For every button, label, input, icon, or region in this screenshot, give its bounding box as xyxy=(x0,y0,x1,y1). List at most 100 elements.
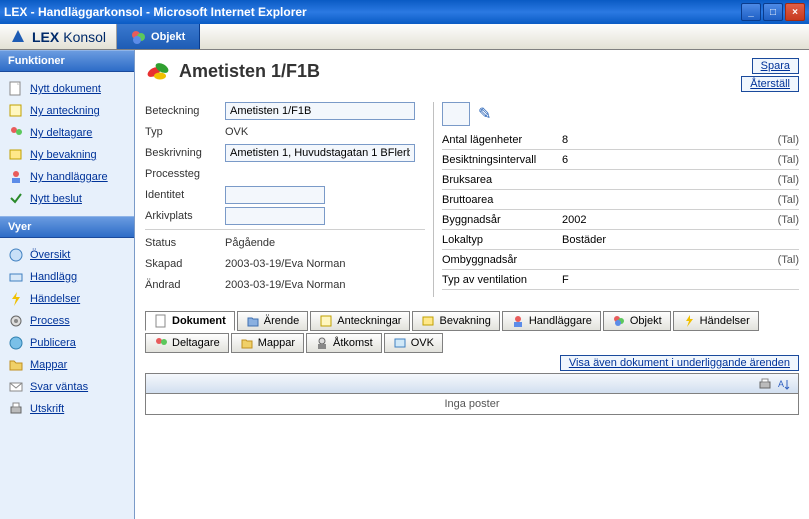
property-label: Bruttoarea xyxy=(442,194,562,206)
field-label-andrad: Ändrad xyxy=(145,279,225,291)
tab-deltagare[interactable]: Deltagare xyxy=(145,333,229,353)
identitet-input[interactable] xyxy=(225,186,325,204)
property-value: F xyxy=(562,274,642,286)
sidebar-item-svar-vantas[interactable]: Svar väntas xyxy=(4,376,130,398)
tab-icon xyxy=(421,314,435,328)
property-label: Byggnadsår xyxy=(442,214,562,226)
minimize-button[interactable]: _ xyxy=(741,3,761,21)
header-actions: Spara Återställ xyxy=(741,58,799,94)
decision-icon xyxy=(8,191,24,207)
publish-icon xyxy=(8,335,24,351)
tab-icon xyxy=(682,314,696,328)
folder-icon xyxy=(8,357,24,373)
property-value: Bostäder xyxy=(562,234,642,246)
property-label: Typ av ventilation xyxy=(442,274,562,286)
maximize-button[interactable]: □ xyxy=(763,3,783,21)
form-right-column: ✎ Antal lägenheter8(Tal)Besiktningsinter… xyxy=(433,102,799,297)
close-button[interactable]: × xyxy=(785,3,805,21)
field-label-skapad: Skapad xyxy=(145,258,225,270)
beteckning-input[interactable] xyxy=(225,102,415,120)
object-title: Ametisten 1/F1B xyxy=(179,61,320,82)
tab-anteckningar[interactable]: Anteckningar xyxy=(310,311,410,331)
tab-åtkomst[interactable]: Åtkomst xyxy=(306,333,382,353)
sort-icon[interactable]: A xyxy=(778,377,792,391)
sidebar-item-utskrift[interactable]: Utskrift xyxy=(4,398,130,420)
property-row: Antal lägenheter8(Tal) xyxy=(442,130,799,150)
svg-text:A: A xyxy=(778,379,784,389)
property-label: Bruksarea xyxy=(442,174,562,186)
sidebar-item-oversikt[interactable]: Översikt xyxy=(4,244,130,266)
sidebar-item-mappar[interactable]: Mappar xyxy=(4,354,130,376)
tab-mappar[interactable]: Mappar xyxy=(231,333,304,353)
reset-button[interactable]: Återställ xyxy=(741,76,799,92)
sidebar-item-label: Svar väntas xyxy=(30,381,88,393)
sidebar-item-nytt-beslut[interactable]: Nytt beslut xyxy=(4,188,130,210)
tab-ärende[interactable]: Ärende xyxy=(237,311,308,331)
beskrivning-input[interactable] xyxy=(225,144,415,162)
tab-handläggare[interactable]: Handläggare xyxy=(502,311,601,331)
tab-icon xyxy=(154,314,168,328)
property-label: Lokaltyp xyxy=(442,234,562,246)
note-icon xyxy=(8,103,24,119)
tab-icon xyxy=(246,314,260,328)
form-left-column: Beteckning TypOVK Beskrivning Processteg… xyxy=(145,102,425,297)
property-type: (Tal) xyxy=(778,154,799,166)
people-icon xyxy=(8,125,24,141)
sidebar-item-nytt-dokument[interactable]: Nytt dokument xyxy=(4,78,130,100)
window-title: LEX - Handläggarkonsol - Microsoft Inter… xyxy=(4,5,741,19)
sidebar-item-label: Process xyxy=(30,315,70,327)
sidebar-item-ny-handlaggare[interactable]: Ny handläggare xyxy=(4,166,130,188)
tab-label: OVK xyxy=(411,337,434,349)
sidebar-item-publicera[interactable]: Publicera xyxy=(4,332,130,354)
show-underlying-link[interactable]: Visa även dokument i underliggande ärend… xyxy=(560,355,799,371)
brand-icon xyxy=(10,28,28,46)
gear-icon xyxy=(8,313,24,329)
print-icon[interactable] xyxy=(758,377,772,391)
field-label-beteckning: Beteckning xyxy=(145,105,225,117)
typ-value: OVK xyxy=(225,126,248,138)
property-type: (Tal) xyxy=(778,214,799,226)
tab-label: Händelser xyxy=(700,315,750,327)
sidebar: Funktioner Nytt dokument Ny anteckning N… xyxy=(0,50,135,519)
sidebar-item-handlagg[interactable]: Handlägg xyxy=(4,266,130,288)
sidebar-item-ny-bevakning[interactable]: Ny bevakning xyxy=(4,144,130,166)
property-type: (Tal) xyxy=(778,254,799,266)
sidebar-item-ny-deltagare[interactable]: Ny deltagare xyxy=(4,122,130,144)
field-label-processteg: Processteg xyxy=(145,168,225,180)
preview-box xyxy=(442,102,470,126)
document-icon xyxy=(8,81,24,97)
property-value: 8 xyxy=(562,134,642,146)
sidebar-item-label: Händelser xyxy=(30,293,80,305)
tab-ovk[interactable]: OVK xyxy=(384,333,443,353)
tab-dokument[interactable]: Dokument xyxy=(145,311,235,331)
tab-label: Bevakning xyxy=(439,315,490,327)
arkivplats-input[interactable] xyxy=(225,207,325,225)
tab-icon xyxy=(612,314,626,328)
edit-icon[interactable]: ✎ xyxy=(478,104,491,124)
tab-objekt[interactable]: Objekt xyxy=(603,311,671,331)
sidebar-item-label: Publicera xyxy=(30,337,76,349)
tab-label: Dokument xyxy=(172,315,226,327)
sidebar-item-process[interactable]: Process xyxy=(4,310,130,332)
field-label-identitet: Identitet xyxy=(145,189,225,201)
tab-icon xyxy=(511,314,525,328)
tab-objekt-top[interactable]: Objekt xyxy=(117,24,200,49)
sidebar-item-label: Ny anteckning xyxy=(30,105,100,117)
sidebar-item-ny-anteckning[interactable]: Ny anteckning xyxy=(4,100,130,122)
mail-icon xyxy=(8,379,24,395)
tab-bevakning[interactable]: Bevakning xyxy=(412,311,499,331)
sidebar-list-vyer: Översikt Handlägg Händelser Process Publ… xyxy=(0,238,134,426)
sidebar-list-funktioner: Nytt dokument Ny anteckning Ny deltagare… xyxy=(0,72,134,216)
save-button[interactable]: Spara xyxy=(752,58,799,74)
window-controls: _ □ × xyxy=(741,3,805,21)
tab-händelser[interactable]: Händelser xyxy=(673,311,759,331)
document-grid: A Inga poster xyxy=(145,373,799,415)
overview-icon xyxy=(8,247,24,263)
property-row: LokaltypBostäder xyxy=(442,230,799,250)
sidebar-item-label: Mappar xyxy=(30,359,67,371)
andrad-value: 2003-03-19/Eva Norman xyxy=(225,279,345,291)
sidebar-header-vyer: Vyer xyxy=(0,216,134,238)
sidebar-item-handelser[interactable]: Händelser xyxy=(4,288,130,310)
grid-empty-message: Inga poster xyxy=(146,394,798,414)
property-label: Ombyggnadsår xyxy=(442,254,562,266)
